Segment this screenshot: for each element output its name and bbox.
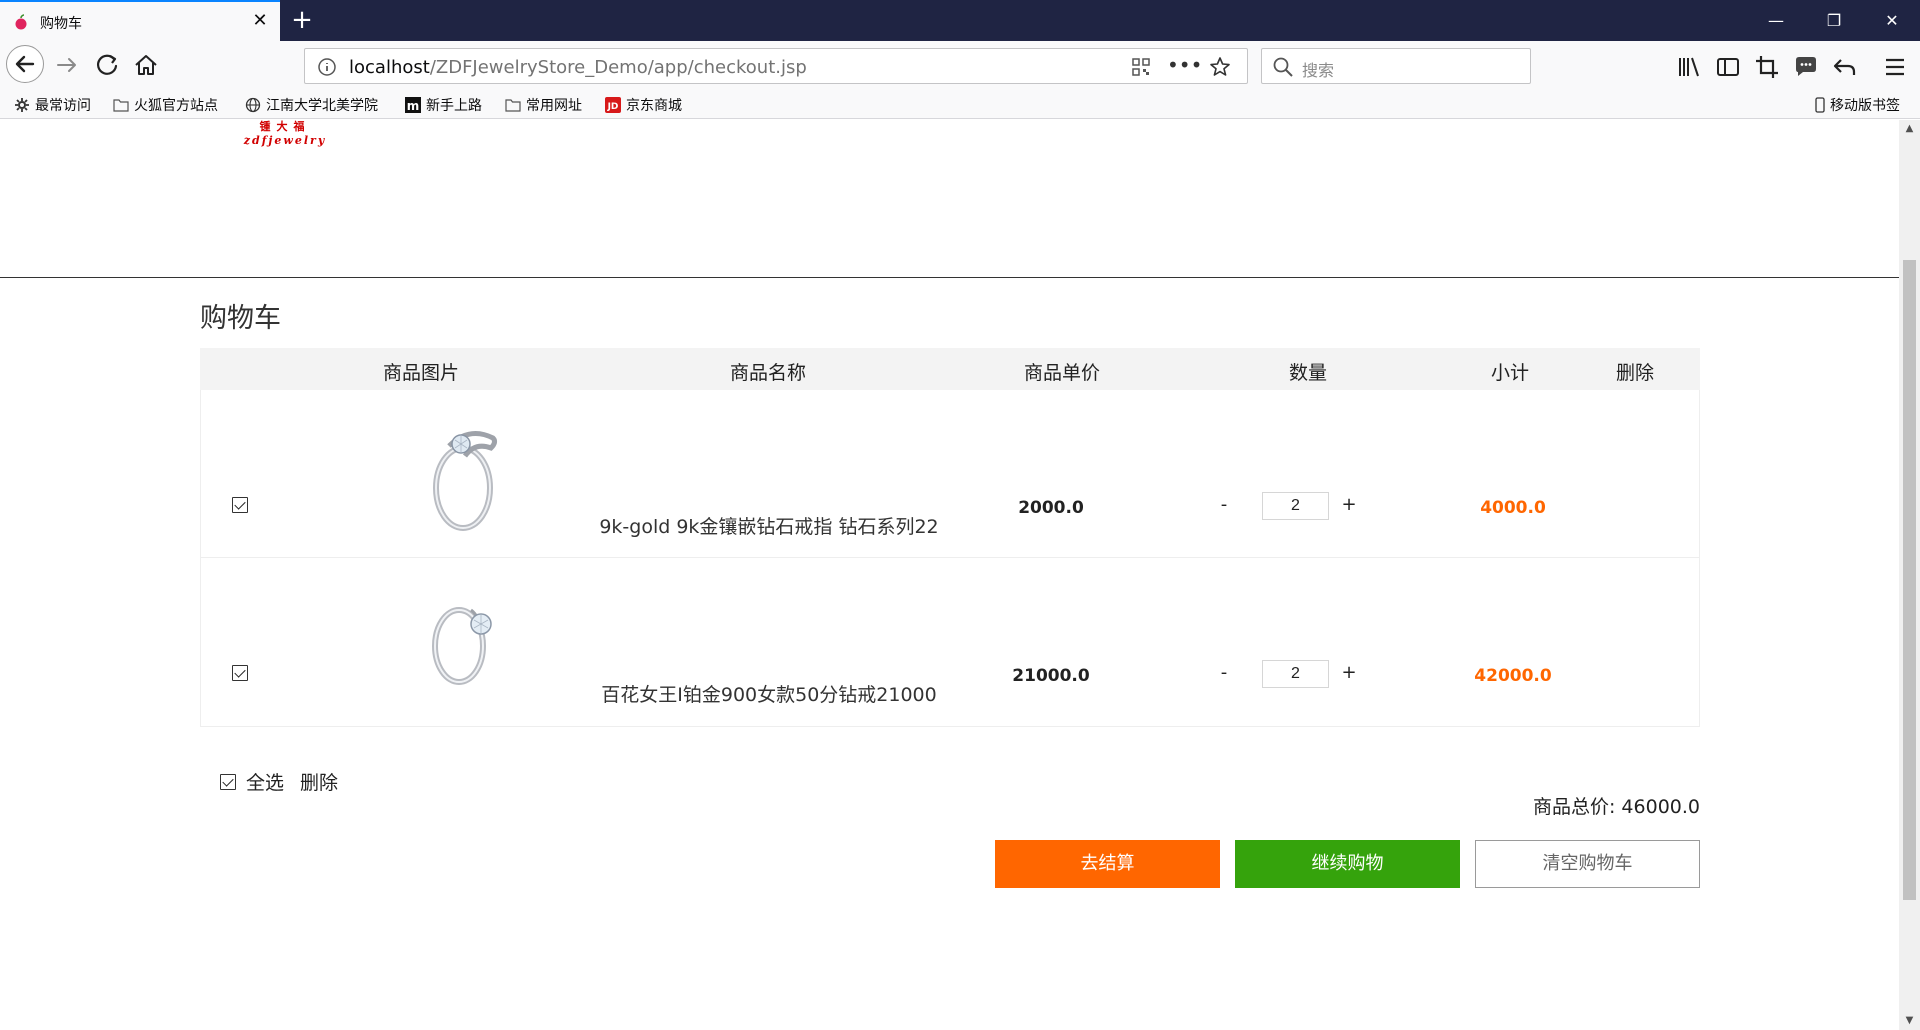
nav-bar: localhost/ZDFJewelryStore_Demo/app/check…: [0, 41, 1920, 89]
row-subtotal-value: 42000.0: [1474, 666, 1552, 686]
cart-footer: 全选 删除: [220, 768, 338, 795]
apple-favicon-icon: [15, 14, 27, 30]
search-placeholder: 搜索: [1302, 61, 1335, 80]
undo-icon[interactable]: [1830, 52, 1860, 82]
page-actions-icon[interactable]: •••: [1167, 53, 1202, 77]
new-tab-icon[interactable]: +: [288, 6, 316, 34]
qty-minus-button[interactable]: -: [1216, 662, 1232, 684]
tab-bar: 购物车 ✕ + — ❐ ✕: [0, 0, 1920, 41]
header-divider: [0, 277, 1899, 278]
row-checkbox[interactable]: [232, 665, 248, 681]
library-icon[interactable]: [1674, 52, 1704, 82]
cart-total: 商品总价: 46000.0: [1532, 796, 1700, 818]
url-host: localhost: [349, 57, 430, 78]
table-header: 商品图片 商品名称 商品单价 数量 小计 删除: [200, 348, 1700, 390]
delete-selected-link[interactable]: 删除: [300, 768, 338, 795]
svg-text:JD: JD: [607, 102, 619, 112]
cart-table: 商品图片 商品名称 商品单价 数量 小计 删除 9k-gold 9k金镶嵌钻石戒…: [200, 348, 1700, 727]
bookmark-label: 火狐官方站点: [134, 98, 218, 114]
product-name[interactable]: 百花女王I铂金900女款50分钻戒21000: [464, 680, 1074, 707]
m-logo-icon: m: [405, 97, 421, 113]
product-name[interactable]: 9k-gold 9k金镶嵌钻石戒指 钻石系列22: [464, 512, 1074, 539]
header-name: 商品名称: [729, 362, 807, 384]
search-bar[interactable]: 搜索: [1261, 48, 1531, 84]
store-logo[interactable]: 锺大福 zdfjewelry: [240, 120, 330, 156]
folder-icon: [113, 99, 129, 112]
back-button[interactable]: [6, 45, 44, 83]
quantity-input[interactable]: 2: [1262, 492, 1329, 520]
bookmark-label: 京东商城: [626, 98, 682, 114]
header-subtotal: 小计: [1490, 362, 1530, 384]
bookmark-getting-started[interactable]: m 新手上路: [405, 95, 482, 115]
tab-title: 购物车: [40, 16, 82, 32]
home-icon[interactable]: [131, 50, 161, 80]
restore-icon[interactable]: ❐: [1810, 0, 1858, 41]
table-row: 百花女王I铂金900女款50分钻戒21000 21000.0 - 2 + 420…: [201, 558, 1699, 726]
table-body: 9k-gold 9k金镶嵌钻石戒指 钻石系列22 2000.0 - 2 + 40…: [200, 390, 1700, 727]
bookmark-label: 移动版书签: [1830, 98, 1900, 114]
bookmark-jiangnan[interactable]: 江南大学北美学院: [245, 95, 378, 115]
url-text[interactable]: localhost/ZDFJewelryStore_Demo/app/check…: [349, 57, 807, 78]
bookmark-jd[interactable]: JD 京东商城: [605, 95, 682, 115]
window-close-icon[interactable]: ✕: [1868, 0, 1916, 41]
unit-price-value: 21000.0: [1012, 666, 1090, 686]
bookmark-mobile[interactable]: 移动版书签: [1815, 95, 1900, 115]
header-price: 商品单价: [1023, 362, 1101, 384]
qty-plus-button[interactable]: +: [1341, 662, 1357, 684]
bookmark-firefox-site[interactable]: 火狐官方站点: [113, 95, 218, 115]
globe-icon: [245, 97, 261, 113]
checkout-button[interactable]: 去结算: [995, 840, 1220, 888]
bookmark-star-icon[interactable]: [1209, 56, 1231, 78]
chat-bubble-icon[interactable]: [1791, 52, 1821, 82]
clear-cart-button[interactable]: 清空购物车: [1475, 840, 1700, 888]
screenshot-crop-icon[interactable]: [1752, 52, 1782, 82]
page-title: 购物车: [200, 303, 281, 333]
info-icon[interactable]: [317, 57, 337, 77]
scroll-up-icon[interactable]: ▲: [1899, 120, 1920, 138]
row-checkbox[interactable]: [232, 497, 248, 513]
header-delete: 删除: [1615, 362, 1655, 384]
url-bar[interactable]: localhost/ZDFJewelryStore_Demo/app/check…: [304, 48, 1248, 84]
qty-minus-button[interactable]: -: [1216, 494, 1232, 516]
logo-cn: 锺大福: [259, 120, 311, 133]
scroll-down-icon[interactable]: ▼: [1899, 1012, 1920, 1030]
folder-icon: [505, 99, 521, 112]
row-subtotal-value: 4000.0: [1480, 498, 1546, 518]
mobile-phone-icon: [1815, 97, 1825, 113]
page-viewport: 锺大福 zdfjewelry 购物车 商品图片 商品名称 商品单价 数量 小计 …: [0, 120, 1899, 1030]
svg-text:m: m: [407, 99, 420, 113]
gear-icon: [15, 98, 29, 112]
sidebar-icon[interactable]: [1713, 52, 1743, 82]
search-icon: [1273, 57, 1293, 77]
table-row: 9k-gold 9k金镶嵌钻石戒指 钻石系列22 2000.0 - 2 + 40…: [201, 390, 1699, 558]
vertical-scrollbar[interactable]: ▲ ▼: [1899, 120, 1920, 1030]
reload-icon[interactable]: [92, 50, 122, 80]
select-all-checkbox[interactable]: [220, 773, 236, 790]
hamburger-menu-icon[interactable]: [1880, 52, 1910, 82]
unit-price-value: 2000.0: [1018, 498, 1084, 518]
url-path: /ZDFJewelryStore_Demo/app/checkout.jsp: [429, 57, 807, 78]
quantity-input[interactable]: 2: [1262, 660, 1329, 688]
qr-code-icon[interactable]: [1131, 57, 1151, 77]
bookmark-label: 江南大学北美学院: [266, 98, 378, 114]
back-arrow-icon: [15, 55, 35, 73]
bookmarks-bar: 最常访问 火狐官方站点 江南大学北美学院 m 新手上路 常用网址 JD 京东商城…: [0, 89, 1920, 119]
bookmark-label: 新手上路: [426, 98, 482, 114]
minimize-icon[interactable]: —: [1752, 0, 1800, 41]
bookmark-common-sites[interactable]: 常用网址: [505, 95, 582, 115]
header-quantity: 数量: [1288, 362, 1328, 384]
scroll-thumb[interactable]: [1903, 260, 1916, 900]
tab-active[interactable]: 购物车 ✕: [0, 0, 280, 41]
tab-close-icon[interactable]: ✕: [249, 10, 271, 32]
logo-en: zdfjewelry: [243, 134, 327, 147]
continue-shopping-button[interactable]: 继续购物: [1235, 840, 1460, 888]
jd-logo-icon: JD: [605, 97, 621, 113]
select-all-label[interactable]: 全选: [246, 768, 284, 795]
header-image: 商品图片: [382, 362, 460, 384]
bookmark-most-visited[interactable]: 最常访问: [14, 95, 91, 115]
bookmark-label: 常用网址: [526, 98, 582, 114]
bookmark-label: 最常访问: [35, 98, 91, 114]
forward-arrow-icon[interactable]: [52, 50, 82, 80]
qty-plus-button[interactable]: +: [1341, 494, 1357, 516]
